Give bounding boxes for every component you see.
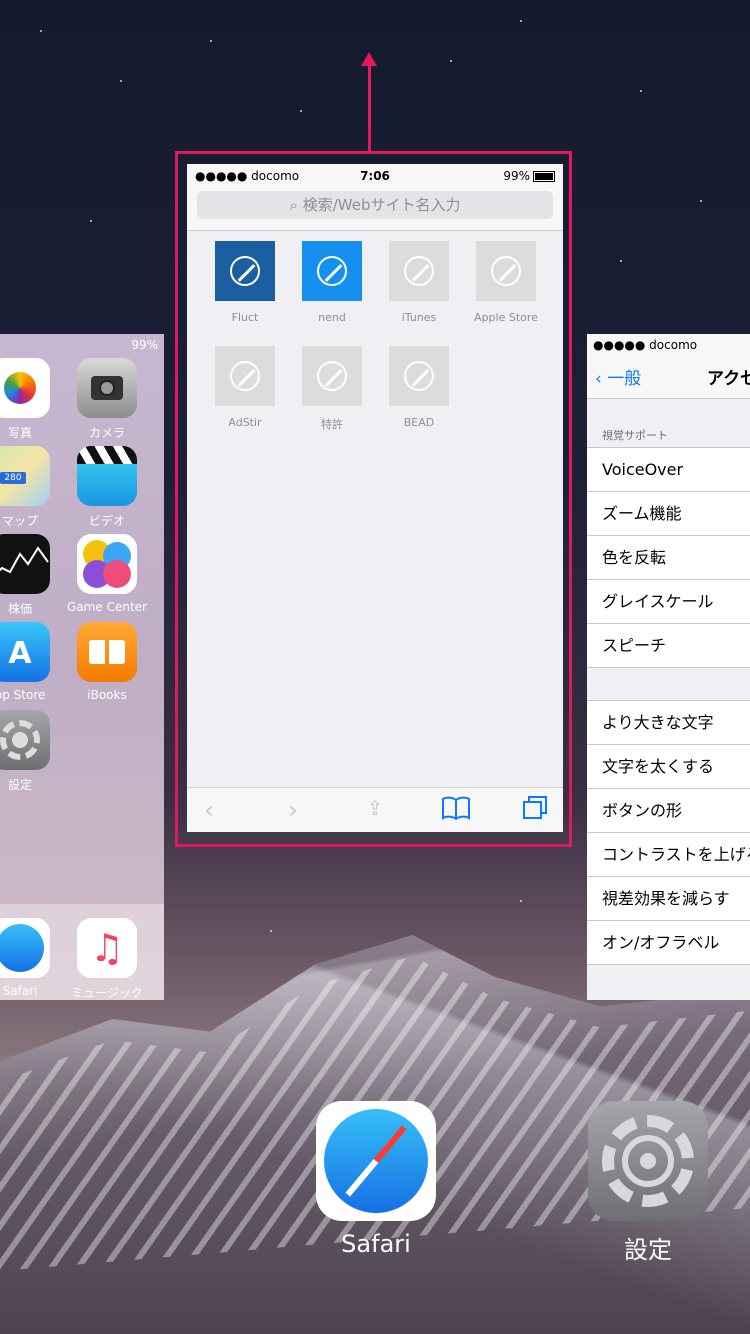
gear-icon: [0, 710, 50, 770]
row-on-off-labels[interactable]: オン/オフラベル: [587, 921, 750, 964]
app-videos[interactable]: ビデオ: [63, 446, 151, 529]
settings-card[interactable]: ●●●●● docomo ‹ 一般 アクセ 視覚サポート VoiceOver ズ…: [587, 334, 750, 1000]
row-larger-text[interactable]: より大きな文字: [587, 701, 750, 745]
clapperboard-icon: [77, 446, 137, 506]
row-voiceover[interactable]: VoiceOver: [587, 448, 750, 492]
swipe-up-arrow: [368, 60, 371, 152]
section-visual-support: 視覚サポート: [602, 429, 668, 442]
settings-nav-bar: ●●●●● docomo ‹ 一般 アクセ: [587, 334, 750, 399]
safari-app-icon[interactable]: [316, 1101, 436, 1221]
settings-group-2: より大きな文字 文字を太くする ボタンの形 コントラストを上げる 視差効果を減ら…: [587, 700, 750, 965]
music-note-icon: ♫: [77, 918, 137, 978]
ibooks-icon: [77, 622, 137, 682]
app-ibooks[interactable]: iBooks: [63, 622, 151, 702]
maps-icon: 280: [0, 446, 50, 506]
settings-group-1: VoiceOver ズーム機能 色を反転 グレイスケール スピーチ: [587, 447, 750, 668]
row-zoom[interactable]: ズーム機能: [587, 492, 750, 536]
app-stocks[interactable]: 株価: [0, 534, 64, 617]
app-photos[interactable]: 写真: [0, 358, 64, 441]
settings-app-label: 設定: [624, 1236, 672, 1264]
compass-icon: [0, 918, 50, 978]
app-game-center[interactable]: Game Center: [63, 534, 151, 614]
row-invert-colors[interactable]: 色を反転: [587, 536, 750, 580]
highlight-frame: [175, 151, 572, 847]
game-center-icon: [77, 534, 137, 594]
settings-app-icon[interactable]: [588, 1101, 708, 1221]
camera-icon: [77, 358, 137, 418]
photos-icon: [0, 358, 50, 418]
row-reduce-motion[interactable]: 視差効果を減らす: [587, 877, 750, 921]
dock-app-music[interactable]: ♫ ミュージック: [63, 918, 151, 1000]
app-app-store[interactable]: A pp Store: [0, 622, 64, 702]
row-increase-contrast[interactable]: コントラストを上げる: [587, 833, 750, 877]
compass-icon: [324, 1109, 428, 1213]
home-screen-card[interactable]: 99% 写真 カメラ 280 マップ ビデオ 株価 Game Center A …: [0, 334, 164, 1000]
app-maps[interactable]: 280 マップ: [0, 446, 64, 529]
back-button[interactable]: ‹ 一般: [595, 364, 641, 389]
app-settings-small[interactable]: 設定: [0, 710, 64, 793]
row-speech[interactable]: スピーチ: [587, 624, 750, 667]
row-grayscale[interactable]: グレイスケール: [587, 580, 750, 624]
row-bold-text[interactable]: 文字を太くする: [587, 745, 750, 789]
row-button-shapes[interactable]: ボタンの形: [587, 789, 750, 833]
settings-title: アクセ: [707, 369, 750, 389]
stocks-icon: [0, 534, 50, 594]
home-status-battery: 99%: [131, 338, 158, 352]
dock-app-safari[interactable]: Safari: [0, 918, 64, 998]
swipe-up-arrow-head: [361, 52, 377, 66]
app-store-icon: A: [0, 622, 50, 682]
app-camera[interactable]: カメラ: [63, 358, 151, 441]
settings-carrier: ●●●●● docomo: [593, 338, 698, 352]
safari-app-label: Safari: [341, 1230, 411, 1258]
